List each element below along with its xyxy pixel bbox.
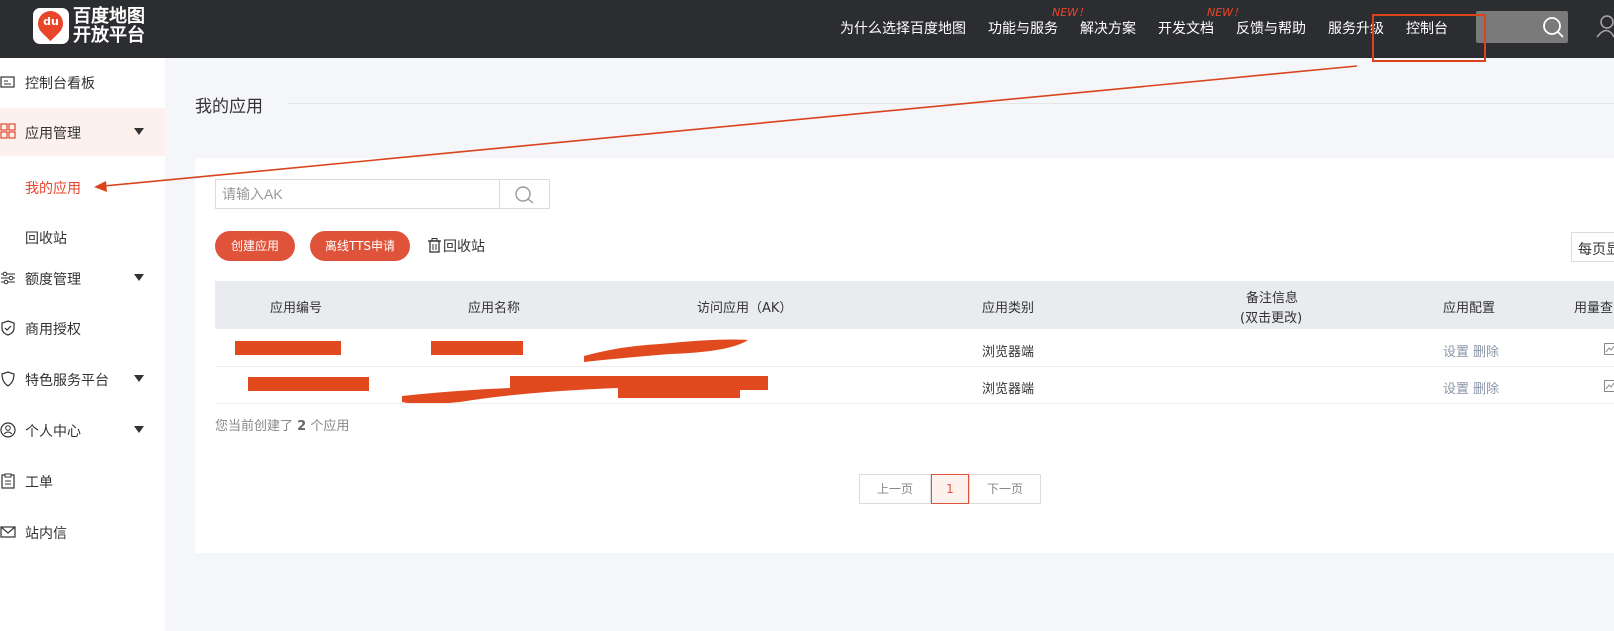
sidebar-item-quota[interactable]: 额度管理 bbox=[0, 260, 165, 296]
col-header-remarks: 备注信息 bbox=[1246, 291, 1299, 306]
col-header-remarks-hint: (双击更改) bbox=[1240, 311, 1303, 326]
page-1-button[interactable]: 1 bbox=[931, 474, 969, 504]
row1-setting-link[interactable]: 设置 bbox=[1443, 341, 1469, 360]
redacted-app-id bbox=[248, 377, 369, 391]
sidebar-item-dashboard[interactable]: 控制台看板 bbox=[0, 64, 165, 100]
per-page-select[interactable]: 每页显 bbox=[1571, 232, 1614, 262]
ak-search-input[interactable] bbox=[215, 179, 500, 209]
mail-icon bbox=[0, 526, 16, 538]
row2-delete-link[interactable]: 删除 bbox=[1473, 378, 1499, 397]
chevron-down-icon bbox=[134, 375, 144, 382]
sliders-icon bbox=[1, 271, 15, 285]
prev-page-button[interactable]: 上一页 bbox=[859, 474, 931, 504]
page-title: 我的应用 bbox=[195, 97, 263, 117]
ak-search-button[interactable] bbox=[500, 179, 550, 209]
col-header-app-type: 应用类别 bbox=[982, 301, 1035, 316]
redacted-name-ak-scribble bbox=[402, 376, 768, 404]
next-page-button[interactable]: 下一页 bbox=[969, 474, 1041, 504]
sidebar: 控制台看板 应用管理 我的应用 回收站 额度管理 商用授权 特色服务平台 个人中… bbox=[0, 58, 165, 631]
annotation-highlight-box bbox=[1372, 14, 1486, 62]
sidebar-item-special-services[interactable]: 特色服务平台 bbox=[0, 361, 165, 397]
sidebar-item-label: 个人中心 bbox=[25, 424, 81, 440]
col-header-usage: 用量查 bbox=[1574, 301, 1614, 316]
sidebar-item-label: 工单 bbox=[25, 475, 53, 491]
sidebar-sub-recycle[interactable]: 回收站 bbox=[25, 228, 67, 248]
nav-solutions[interactable]: 解决方案 bbox=[1080, 18, 1136, 38]
sidebar-item-label: 额度管理 bbox=[25, 272, 81, 288]
col-header-app-id: 应用编号 bbox=[270, 301, 323, 316]
app-count-text: 您当前创建了 2 个应用 bbox=[215, 419, 350, 434]
sidebar-item-app-management[interactable]: 应用管理 bbox=[0, 108, 165, 156]
row-divider bbox=[215, 403, 1614, 404]
col-header-ak: 访问应用（AK） bbox=[697, 301, 793, 316]
row2-setting-link[interactable]: 设置 bbox=[1443, 378, 1469, 397]
baidu-map-logo[interactable]: du 百度地图 开放平台 bbox=[32, 5, 148, 46]
heart-shield-icon bbox=[1, 371, 15, 387]
sidebar-item-label: 特色服务平台 bbox=[25, 373, 109, 389]
create-app-button[interactable]: 创建应用 bbox=[215, 231, 295, 261]
nav-docs[interactable]: 开发文档 bbox=[1158, 18, 1214, 38]
sidebar-item-label: 控制台看板 bbox=[25, 76, 95, 92]
user-icon[interactable] bbox=[1595, 14, 1614, 38]
logo-line1: 百度地图 bbox=[73, 6, 145, 27]
shield-check-icon bbox=[1, 320, 15, 336]
sidebar-item-messages[interactable]: 站内信 bbox=[0, 514, 165, 550]
title-divider bbox=[288, 103, 1614, 104]
sidebar-item-label: 站内信 bbox=[25, 526, 67, 542]
row-divider bbox=[215, 366, 1614, 367]
logo-pin-icon: du bbox=[32, 5, 69, 44]
row2-app-type: 浏览器端 bbox=[982, 382, 1035, 397]
trash-icon bbox=[428, 238, 441, 253]
dashboard-icon bbox=[0, 76, 15, 88]
col-header-app-name: 应用名称 bbox=[468, 301, 521, 316]
logo-line2: 开放平台 bbox=[73, 25, 145, 46]
sidebar-item-license[interactable]: 商用授权 bbox=[0, 310, 165, 346]
row1-app-type: 浏览器端 bbox=[982, 345, 1035, 360]
header-search-box[interactable] bbox=[1476, 11, 1568, 43]
grid-icon bbox=[0, 123, 16, 139]
clipboard-icon bbox=[1, 473, 15, 489]
offline-tts-button[interactable]: 离线TTS申请 bbox=[310, 231, 410, 261]
search-icon[interactable] bbox=[1542, 16, 1564, 38]
redacted-app-id bbox=[235, 341, 341, 355]
sidebar-item-personal-center[interactable]: 个人中心 bbox=[0, 412, 165, 448]
redacted-app-name bbox=[431, 341, 523, 355]
search-icon bbox=[515, 186, 534, 204]
redacted-ak-scribble bbox=[584, 339, 748, 362]
sidebar-item-label: 商用授权 bbox=[25, 322, 81, 338]
sidebar-item-label: 应用管理 bbox=[25, 126, 81, 142]
chevron-down-icon bbox=[134, 128, 144, 135]
nav-feedback[interactable]: 反馈与帮助 bbox=[1236, 18, 1306, 38]
row1-delete-link[interactable]: 删除 bbox=[1473, 341, 1499, 360]
user-circle-icon bbox=[0, 422, 16, 438]
nav-features[interactable]: 功能与服务 bbox=[988, 18, 1058, 38]
recycle-bin-link[interactable]: 回收站 bbox=[428, 236, 485, 256]
sidebar-item-tickets[interactable]: 工单 bbox=[0, 463, 165, 499]
chevron-down-icon bbox=[134, 274, 144, 281]
sidebar-sub-my-apps[interactable]: 我的应用 bbox=[25, 178, 81, 198]
row1-usage-chart-icon[interactable] bbox=[1604, 343, 1614, 355]
chevron-down-icon bbox=[134, 426, 144, 433]
table-header bbox=[215, 281, 1614, 329]
col-header-app-config: 应用配置 bbox=[1443, 301, 1496, 316]
recycle-bin-label: 回收站 bbox=[443, 239, 485, 255]
nav-why-baidu[interactable]: 为什么选择百度地图 bbox=[840, 18, 966, 38]
row2-usage-chart-icon[interactable] bbox=[1604, 380, 1614, 392]
